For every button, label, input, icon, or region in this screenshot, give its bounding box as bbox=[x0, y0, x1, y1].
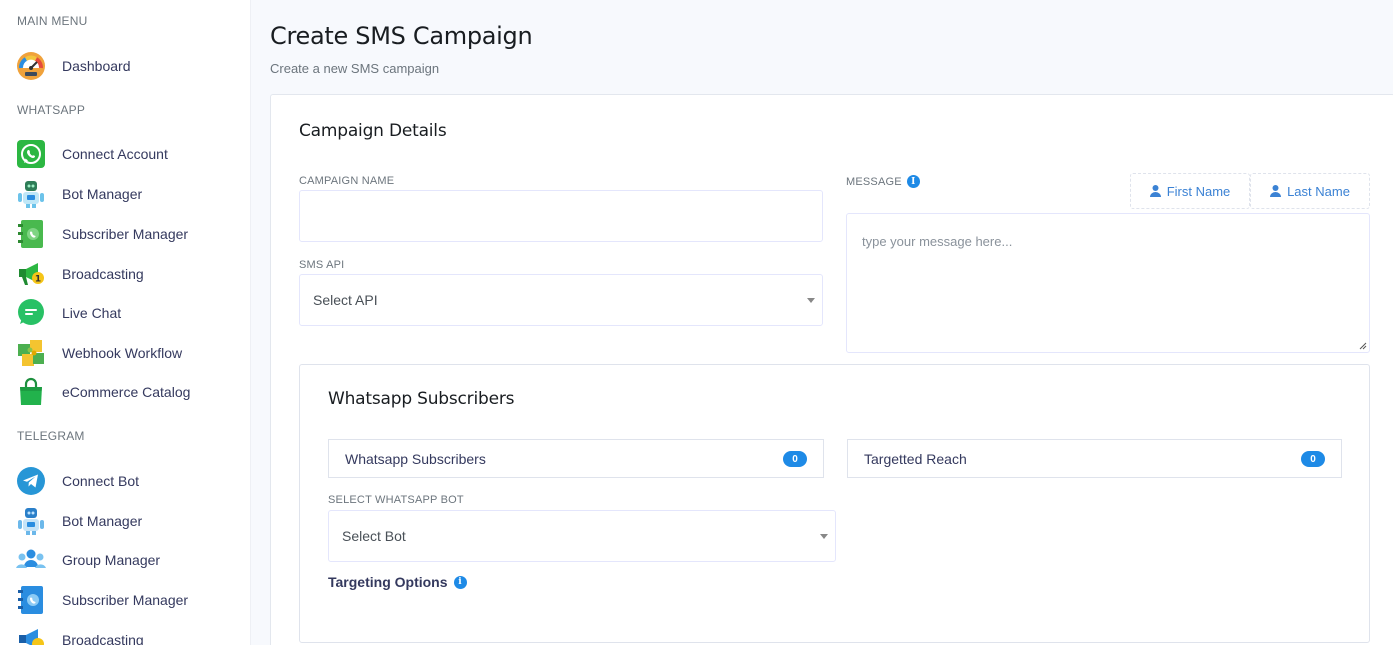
user-icon bbox=[1149, 185, 1161, 197]
sidebar-item-group-manager[interactable]: Group Manager bbox=[0, 544, 250, 576]
campaign-details-title: Campaign Details bbox=[299, 121, 447, 141]
sidebar-item-telegram-bot-manager[interactable]: Bot Manager bbox=[0, 505, 250, 537]
sidebar-item-label: Broadcasting bbox=[62, 632, 144, 645]
campaign-name-input[interactable] bbox=[299, 190, 823, 242]
menu-header-telegram: TELEGRAM bbox=[17, 429, 85, 443]
sidebar-item-ecommerce-catalog[interactable]: eCommerce Catalog bbox=[0, 376, 250, 408]
robot-icon bbox=[16, 506, 46, 536]
insert-first-name-button[interactable]: First Name bbox=[1130, 173, 1250, 209]
subscribers-count-label: Whatsapp Subscribers bbox=[345, 450, 486, 467]
targeted-reach-label: Targetted Reach bbox=[864, 450, 967, 467]
message-textarea[interactable]: type your message here... bbox=[846, 213, 1370, 353]
chevron-down-icon bbox=[820, 534, 828, 539]
subscribers-count-box: Whatsapp Subscribers 0 bbox=[328, 439, 824, 478]
sidebar-item-broadcasting[interactable]: 1 Broadcasting bbox=[0, 258, 250, 290]
targeting-options-label: Targeting Options bbox=[328, 574, 448, 590]
sidebar-item-label: Connect Bot bbox=[62, 473, 140, 489]
first-name-label: First Name bbox=[1166, 183, 1231, 199]
sidebar-item-label: Webhook Workflow bbox=[62, 345, 183, 361]
message-label-row: MESSAGE i bbox=[846, 175, 920, 188]
whatsapp-subscribers-title: Whatsapp Subscribers bbox=[328, 389, 515, 409]
robot-icon bbox=[16, 179, 46, 209]
chevron-down-icon bbox=[807, 298, 815, 303]
sms-api-label: SMS API bbox=[299, 259, 345, 271]
sms-api-select[interactable]: Select API bbox=[299, 274, 823, 326]
page-title: Create SMS Campaign bbox=[270, 22, 533, 50]
sidebar-item-label: Bot Manager bbox=[62, 513, 143, 529]
sidebar-item-label: Dashboard bbox=[62, 58, 131, 74]
sidebar-item-label: Bot Manager bbox=[62, 186, 143, 202]
info-icon[interactable]: i bbox=[453, 575, 467, 589]
sidebar-item-live-chat[interactable]: Live Chat bbox=[0, 297, 250, 329]
megaphone-icon bbox=[16, 625, 46, 645]
sidebar-item-label: Subscriber Manager bbox=[62, 226, 189, 242]
insert-last-name-button[interactable]: Last Name bbox=[1250, 173, 1370, 209]
menu-header-whatsapp: WHATSAPP bbox=[17, 103, 86, 117]
sidebar-item-bot-manager[interactable]: Bot Manager bbox=[0, 178, 250, 210]
sidebar-item-connect-account[interactable]: Connect Account bbox=[0, 138, 250, 170]
user-icon bbox=[1270, 185, 1282, 197]
campaign-name-label: CAMPAIGN NAME bbox=[299, 175, 395, 187]
sidebar-item-dashboard[interactable]: Dashboard bbox=[0, 50, 250, 82]
last-name-label: Last Name bbox=[1287, 183, 1350, 199]
main-content: Create SMS Campaign Create a new SMS cam… bbox=[252, 0, 1393, 645]
sidebar-item-label: Broadcasting bbox=[62, 266, 144, 282]
subscribers-count-badge: 0 bbox=[783, 451, 807, 467]
sidebar-item-telegram-broadcasting[interactable]: Broadcasting bbox=[0, 624, 250, 645]
megaphone-icon: 1 bbox=[16, 259, 46, 289]
telegram-icon bbox=[16, 466, 46, 496]
sidebar-item-subscriber-manager[interactable]: Subscriber Manager bbox=[0, 218, 250, 250]
page-subtitle: Create a new SMS campaign bbox=[270, 61, 440, 76]
whatsapp-bot-select[interactable]: Select Bot bbox=[328, 510, 836, 562]
targeted-reach-box: Targetted Reach 0 bbox=[847, 439, 1342, 478]
select-whatsapp-bot-label: SELECT WHATSAPP BOT bbox=[328, 494, 464, 506]
contacts-book-icon bbox=[16, 219, 46, 249]
menu-header-main: MAIN MENU bbox=[17, 14, 88, 28]
message-placeholder: type your message here... bbox=[862, 234, 1013, 249]
sidebar-item-label: eCommerce Catalog bbox=[62, 384, 191, 400]
sidebar-item-label: Subscriber Manager bbox=[62, 592, 189, 608]
sidebar-item-webhook-workflow[interactable]: Webhook Workflow bbox=[0, 337, 250, 369]
whatsapp-bot-selected-value: Select Bot bbox=[342, 528, 406, 544]
sidebar-item-connect-bot[interactable]: Connect Bot bbox=[0, 465, 250, 497]
puzzle-icon bbox=[16, 338, 46, 368]
sidebar-item-label: Live Chat bbox=[62, 305, 122, 321]
sms-api-selected-value: Select API bbox=[313, 292, 378, 308]
sidebar-item-label: Group Manager bbox=[62, 552, 161, 568]
group-icon bbox=[16, 545, 46, 575]
resize-handle-icon[interactable] bbox=[1359, 342, 1367, 350]
speedometer-icon bbox=[16, 51, 46, 81]
whatsapp-subscribers-card: Whatsapp Subscribers Whatsapp Subscriber… bbox=[299, 364, 1370, 643]
message-label: MESSAGE bbox=[846, 175, 902, 188]
sidebar-item-label: Connect Account bbox=[62, 146, 168, 162]
contacts-book-icon bbox=[16, 585, 46, 615]
shopping-bag-icon bbox=[16, 377, 46, 407]
sidebar: MAIN MENU Dashboard WHATSAPP Connect Acc… bbox=[0, 0, 251, 645]
campaign-details-card: Campaign Details CAMPAIGN NAME SMS API S… bbox=[270, 94, 1393, 645]
svg-text:1: 1 bbox=[35, 275, 41, 285]
targeting-options-heading: Targeting Options i bbox=[328, 574, 467, 590]
targeted-reach-badge: 0 bbox=[1301, 451, 1325, 467]
chat-bubble-icon bbox=[16, 298, 46, 328]
info-icon[interactable]: i bbox=[906, 175, 920, 188]
whatsapp-icon bbox=[16, 139, 46, 169]
sidebar-item-telegram-subscriber-manager[interactable]: Subscriber Manager bbox=[0, 584, 250, 616]
